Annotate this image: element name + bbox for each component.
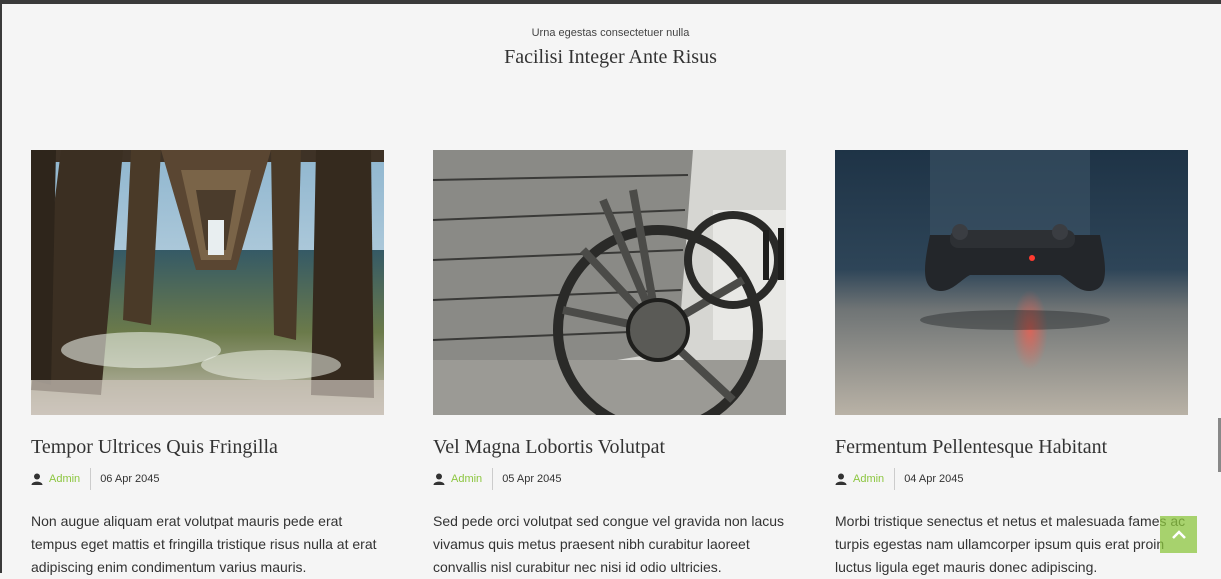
- post-excerpt: Morbi tristique senectus et netus et mal…: [835, 513, 1186, 575]
- post-card: Vel Magna Lobortis Volutpat Admin 05 Apr…: [433, 150, 786, 579]
- post-card: Fermentum Pellentesque Habitant Admin 04…: [835, 150, 1188, 579]
- user-icon: [31, 473, 43, 485]
- post-date: 06 Apr 2045: [100, 473, 160, 485]
- section-header: Urna egestas consectetuer nulla Facilisi…: [0, 26, 1221, 70]
- post-image-game-controller[interactable]: [835, 150, 1188, 415]
- section-title: Facilisi Integer Ante Risus: [504, 46, 717, 68]
- post-image-pier[interactable]: [31, 150, 384, 415]
- post-date: 05 Apr 2045: [502, 473, 562, 485]
- section-subtitle: Urna egestas consectetuer nulla: [531, 27, 690, 39]
- scroll-to-top-button[interactable]: [1160, 516, 1197, 553]
- post-excerpt: Sed pede orci volutpat sed congue vel gr…: [433, 513, 785, 575]
- post-author-link[interactable]: Admin: [853, 468, 896, 490]
- post-title[interactable]: Fermentum Pellentesque Habitant: [835, 435, 1188, 459]
- left-border: [0, 0, 2, 573]
- post-meta: Admin 04 Apr 2045: [835, 468, 1188, 490]
- user-icon: [835, 473, 847, 485]
- post-excerpt: Non augue aliquam erat volutpat mauris p…: [31, 513, 377, 575]
- chevron-up-icon: [1171, 529, 1186, 539]
- post-date: 04 Apr 2045: [904, 473, 964, 485]
- post-meta: Admin 05 Apr 2045: [433, 468, 786, 490]
- post-title[interactable]: Tempor Ultrices Quis Fringilla: [31, 435, 384, 459]
- user-icon: [433, 473, 445, 485]
- post-author-link[interactable]: Admin: [49, 468, 92, 490]
- top-border: [0, 0, 1221, 4]
- post-card: Tempor Ultrices Quis Fringilla Admin 06 …: [31, 150, 384, 579]
- post-title[interactable]: Vel Magna Lobortis Volutpat: [433, 435, 786, 459]
- post-meta: Admin 06 Apr 2045: [31, 468, 384, 490]
- post-image-wagon-wheel[interactable]: [433, 150, 786, 415]
- post-author-link[interactable]: Admin: [451, 468, 494, 490]
